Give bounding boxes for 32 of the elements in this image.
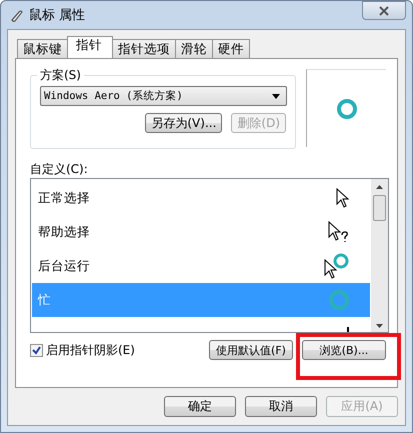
arrow-cursor-icon (336, 188, 350, 208)
list-button[interactable]: 使用默认值(F) (209, 340, 293, 360)
scheme-dropdown[interactable]: Windows Aero (系统方案) (40, 86, 287, 106)
window-title: 鼠标 属性 (29, 7, 86, 24)
busy-ring-icon (336, 98, 358, 120)
cursor-row[interactable]: 正常选择 (32, 181, 370, 215)
customize-label: 自定义(C): (30, 161, 89, 178)
tab[interactable]: 指针选项 (112, 39, 176, 58)
close-icon (379, 6, 389, 16)
scroll-down-icon (376, 324, 383, 328)
tab[interactable]: 硬件 (212, 39, 250, 58)
list-button[interactable]: 浏览(B)... (302, 340, 386, 360)
help-cursor-icon (328, 221, 350, 243)
group-label: 方案(S) (37, 67, 84, 84)
tab[interactable]: 鼠标键 (17, 39, 68, 58)
dialog-button[interactable]: 取消 (245, 396, 317, 417)
scheme-button[interactable]: 另存为(V)... (145, 113, 222, 133)
tab[interactable]: 指针 (67, 36, 113, 58)
tab[interactable]: 滑轮 (175, 39, 213, 58)
caret-icon (272, 94, 280, 98)
close-button[interactable] (362, 1, 406, 20)
cursor-row[interactable]: 帮助选择 (32, 215, 370, 249)
cursor-row[interactable]: 后台运行 (32, 249, 370, 283)
dialog-button[interactable]: 确定 (164, 396, 236, 417)
scroll-up-icon (376, 185, 383, 189)
busy-ring-icon (328, 289, 350, 311)
scrollbar-thumb[interactable] (373, 195, 386, 221)
check-icon (32, 346, 41, 354)
scrollbar[interactable] (371, 179, 388, 332)
working-cursor-icon (324, 253, 350, 279)
checkbox[interactable] (30, 344, 43, 356)
shadow-checkbox[interactable]: 启用指针阴影(E) (30, 342, 135, 358)
